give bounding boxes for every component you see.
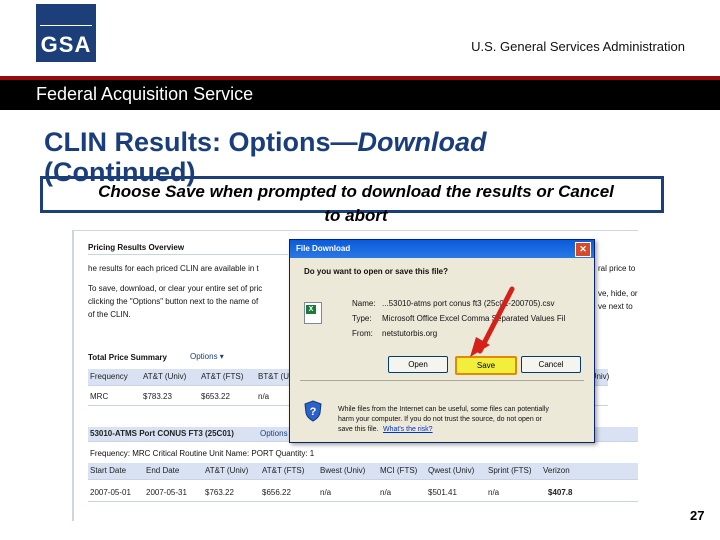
clin-label: 53010-ATMS Port CONUS FT3 (25C01) [90,429,234,438]
summary-cell-att-fts: $653.22 [201,392,230,401]
header-band-accent [0,76,720,80]
svg-text:?: ? [310,406,317,418]
clin-cell-qwest: $501.41 [428,488,457,497]
clin-meta: Frequency: MRC Critical Routine Unit Nam… [90,449,315,458]
summary-options-button[interactable]: Options ▾ [190,352,224,361]
clin-header-sprint: Sprint (FTS) [488,466,532,475]
clin-cell-att-univ: $763.22 [205,488,234,497]
clin-header-qwest: Qwest (Univ) [428,466,475,475]
summary-cell-btt: n/a [258,392,270,401]
gsa-logo: GSA [36,4,96,62]
dialog-title: File Download [296,244,351,253]
instruction-text: Choose Save when prompted to download th… [46,180,666,228]
file-type-label: Type: [352,314,372,323]
overview-title: Pricing Results Overview [88,243,185,252]
division-name: Federal Acquisition Service [36,84,254,104]
file-from-label: From: [352,329,373,338]
excel-file-icon: X [304,302,322,324]
overview-text-4: of the CLIN. [88,310,131,319]
right-fragment-2: ve, hide, or [598,289,638,298]
clin-data-row: 2007-05-01 2007-05-31 $763.22 $656.22 n/… [88,485,638,502]
whats-the-risk-link[interactable]: What's the risk? [383,426,433,433]
file-name-label: Name: [352,299,376,308]
clin-cell-verizon: $407.8 [548,488,573,497]
dialog-titlebar[interactable]: File Download ✕ [290,240,594,258]
clin-options-button[interactable]: Options [260,429,288,438]
summary-header-frequency: Frequency [90,372,128,381]
clin-cell-mci: n/a [380,488,392,497]
close-icon[interactable]: ✕ [575,242,591,257]
right-fragment-3: ve next to [598,302,633,311]
summary-label: Total Price Summary [88,353,167,362]
warning-line-3: save this file. [338,426,379,433]
agency-name: U.S. General Services Administration [471,39,685,54]
overview-divider [88,254,288,255]
page-number: 27 [690,508,705,523]
overview-text-2: To save, download, or clear your entire … [88,284,263,293]
clin-cell-bwest: n/a [320,488,332,497]
clin-cell-end: 2007-05-31 [146,488,187,497]
summary-header-att-fts: AT&T (FTS) [201,372,244,381]
summary-cell-att-univ: $783.23 [143,392,172,401]
warning-line-1: While files from the Internet can be use… [338,406,549,413]
dialog-divider [300,380,584,381]
summary-header-att-univ: AT&T (Univ) [143,372,187,381]
clin-header-mci: MCI (FTS) [380,466,418,475]
clin-header-row: Start Date End Date AT&T (Univ) AT&T (FT… [88,463,638,480]
cancel-button[interactable]: Cancel [521,356,581,373]
clin-cell-start: 2007-05-01 [90,488,131,497]
clin-header-bwest: Bwest (Univ) [320,466,366,475]
summary-cell-frequency: MRC [90,392,109,401]
file-from-value: netstutorbis.org [382,329,438,338]
shield-icon: ? [304,400,322,422]
pointer-arrow-icon [470,286,515,357]
overview-text-1: he results for each priced CLIN are avai… [88,264,259,273]
right-fragment-1: ral price to [598,264,636,273]
clin-cell-sprint: n/a [488,488,500,497]
clin-header-att-fts: AT&T (FTS) [262,466,305,475]
clin-header-end: End Date [146,466,180,475]
clin-header-start: Start Date [90,466,127,475]
logo-rule [40,25,92,26]
warning-line-2: harm your computer. If you do not trust … [338,416,542,423]
open-button[interactable]: Open [388,356,448,373]
slide-title-italic: Download [357,127,487,157]
logo-text: GSA [40,32,92,57]
instruction-line-2: to abort [324,206,388,225]
instruction-line-1: Choose Save when prompted to download th… [98,182,614,201]
slide-title-plain: CLIN Results: Options— [44,127,358,157]
clin-header-verizon: Verizon [543,466,570,475]
clin-cell-att-fts: $656.22 [262,488,291,497]
summary-header-btt: BT&T (U [258,372,289,381]
overview-text-3: clicking the "Options" button next to th… [88,297,259,306]
dialog-question: Do you want to open or save this file? [304,267,449,276]
clin-header-att-univ: AT&T (Univ) [205,466,249,475]
